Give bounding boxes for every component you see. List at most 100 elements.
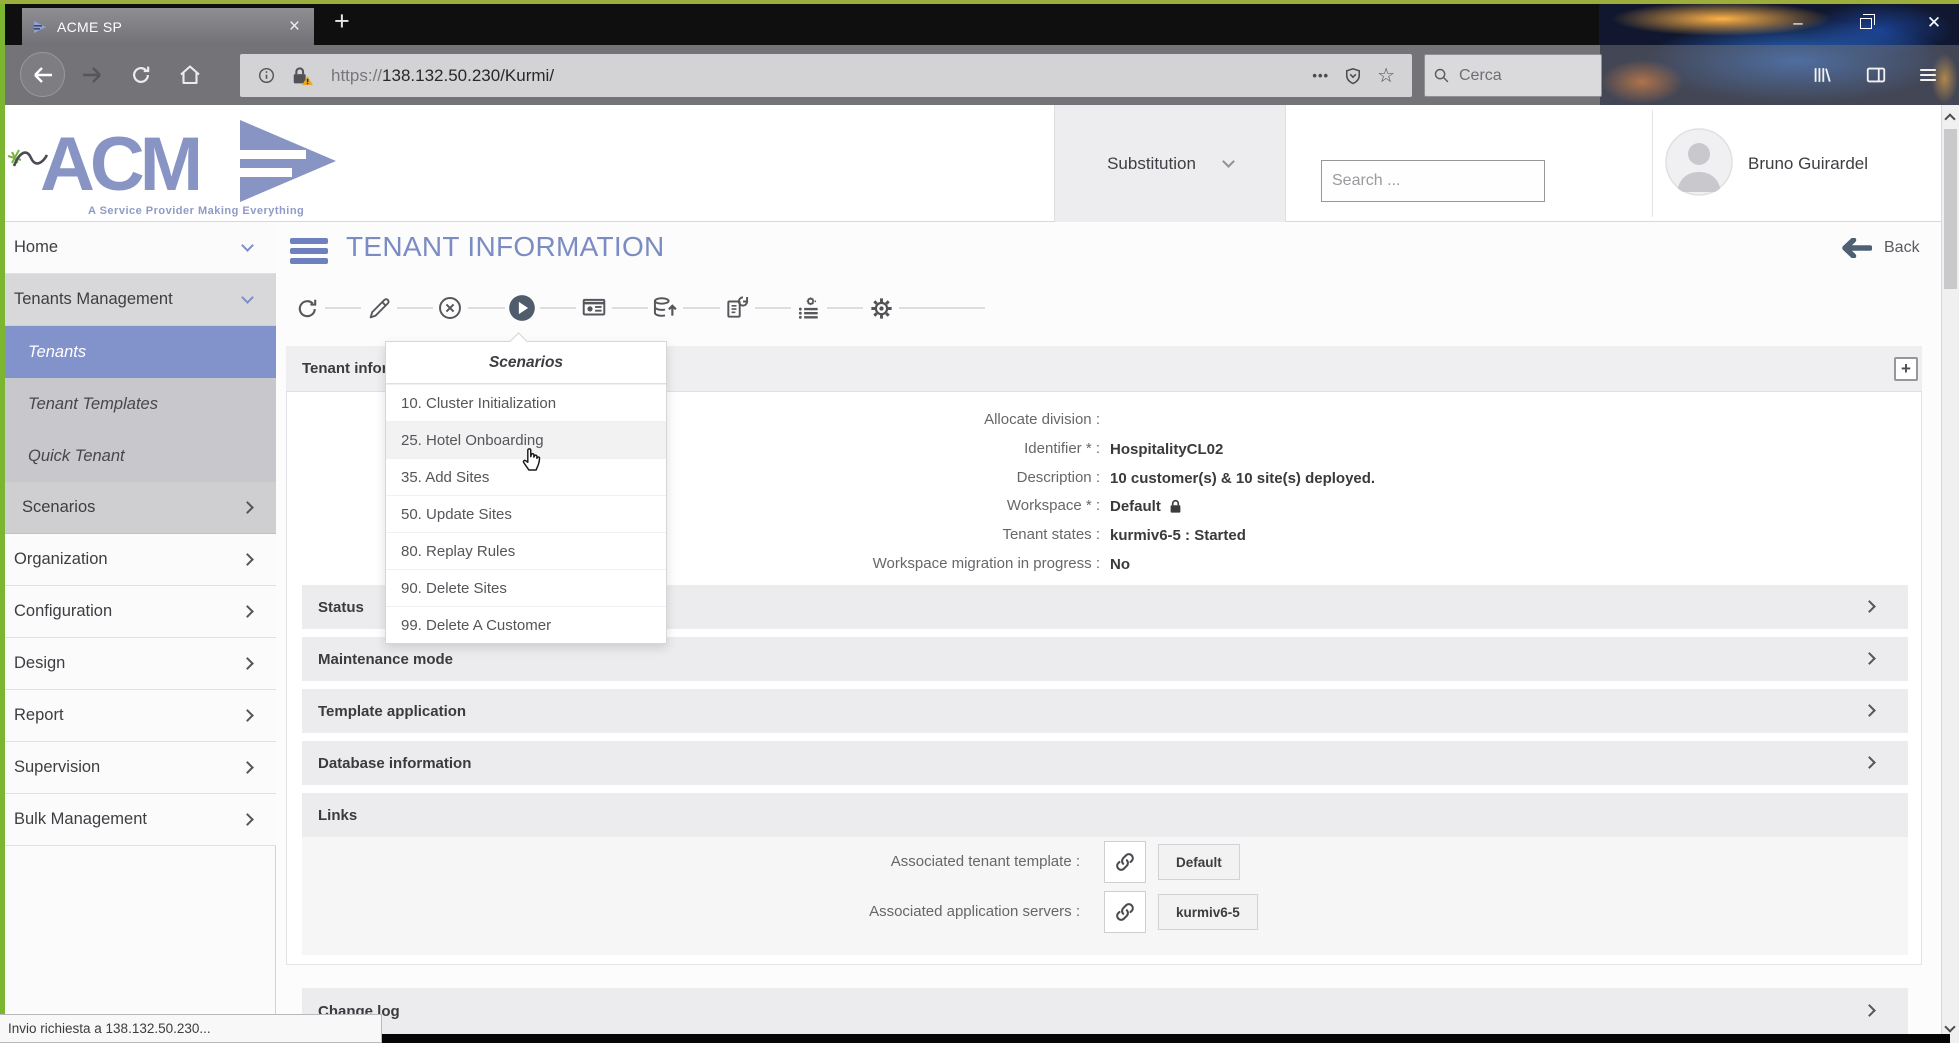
back-button[interactable]: Back [1836, 238, 1920, 258]
tab-favicon-icon [32, 19, 48, 35]
dashboard-button[interactable] [578, 292, 610, 324]
refresh-button[interactable] [291, 292, 323, 324]
user-name: Bruno Guirardel [1748, 105, 1868, 222]
insecure-lock-icon[interactable] [290, 65, 314, 87]
sidebar-item-label: Tenant Templates [28, 395, 158, 414]
section-title: Status [318, 599, 364, 616]
screen-top-edge [0, 0, 1959, 4]
run-scenario-button[interactable] [506, 292, 538, 324]
page-title-menu-icon[interactable] [290, 238, 330, 268]
batch-config-button[interactable] [793, 292, 825, 324]
gear-icon [868, 295, 895, 322]
back-arrow-icon [32, 66, 54, 84]
sidebar-item-configuration[interactable]: Configuration [0, 586, 276, 638]
header-divider [1652, 110, 1653, 217]
chain-link-icon [1113, 900, 1137, 924]
document-refresh-icon [724, 295, 750, 321]
pocket-shield-icon[interactable] [1343, 66, 1363, 86]
chevron-right-icon [241, 501, 254, 514]
scroll-up-icon[interactable] [1944, 113, 1955, 124]
restore-icon [1860, 18, 1872, 29]
screen-left-edge [0, 4, 5, 1043]
browser-reload-button[interactable] [128, 62, 154, 88]
sidebar-item-label: Scenarios [22, 498, 95, 517]
substitution-dropdown[interactable]: Substitution [1054, 105, 1286, 222]
browser-search-input[interactable] [1457, 66, 1577, 86]
browser-home-button[interactable] [176, 61, 204, 89]
sidebar-panel-icon [1865, 64, 1887, 86]
browser-forward-button[interactable] [78, 64, 106, 86]
chevron-right-icon [1863, 600, 1876, 613]
sidebar-item-organization[interactable]: Organization [0, 534, 276, 586]
menu-item-replay-rules[interactable]: 80. Replay Rules [386, 532, 666, 569]
settings-button[interactable] [865, 292, 897, 324]
site-info-icon[interactable] [257, 66, 276, 85]
page-scrollbar[interactable] [1941, 105, 1959, 1043]
sidebar-item-design[interactable]: Design [0, 638, 276, 690]
sidebar-item-label: Configuration [14, 602, 112, 621]
url-scheme: https:// [331, 66, 382, 85]
url-bar[interactable]: https://138.132.50.230/Kurmi/ ••• ☆ [240, 54, 1412, 97]
database-upload-button[interactable] [649, 292, 681, 324]
browser-status-tooltip: Invio richiesta a 138.132.50.230... [0, 1014, 382, 1043]
menu-item-delete-sites[interactable]: 90. Delete Sites [386, 569, 666, 606]
sidebar-item-tenant-templates[interactable]: Tenant Templates [0, 378, 276, 430]
tenant-template-chip[interactable]: Default [1158, 844, 1240, 880]
chevron-right-icon [1863, 704, 1876, 717]
menu-item-update-sites[interactable]: 50. Update Sites [386, 495, 666, 532]
sidebar-item-quick-tenant[interactable]: Quick Tenant [0, 430, 276, 482]
sidebar-item-scenarios[interactable]: Scenarios [0, 482, 276, 534]
delete-button[interactable] [434, 292, 466, 324]
window-minimize-button[interactable]: – [1775, 8, 1821, 38]
library-button[interactable] [1808, 61, 1836, 89]
sidebar-item-supervision[interactable]: Supervision [0, 742, 276, 794]
browser-tab[interactable]: ACME SP × [22, 8, 314, 45]
lock-icon [1169, 499, 1182, 514]
scrollbar-thumb[interactable] [1944, 129, 1957, 289]
chevron-right-icon [241, 553, 254, 566]
scroll-down-icon[interactable] [1944, 1021, 1955, 1032]
app-search-box[interactable] [1321, 160, 1545, 202]
sidebar-item-label: Report [14, 706, 64, 725]
menu-button[interactable] [1914, 61, 1942, 89]
link-application-servers-button[interactable] [1104, 891, 1146, 933]
section-change-log[interactable]: Change log [302, 988, 1908, 1034]
section-links[interactable]: Links [302, 793, 1908, 837]
sidebar-item-report[interactable]: Report [0, 690, 276, 742]
link-tenant-template-button[interactable] [1104, 841, 1146, 883]
sidebar-item-bulk-management[interactable]: Bulk Management [0, 794, 276, 846]
sidebar-item-label: Tenants Management [14, 290, 173, 309]
sidebar-item-tenants[interactable]: Tenants [0, 326, 276, 378]
browser-back-button[interactable] [20, 52, 65, 97]
window-restore-button[interactable] [1843, 8, 1889, 38]
field-value-workspace: Default [1110, 495, 1182, 517]
url-text: https://138.132.50.230/Kurmi/ [331, 66, 1305, 86]
avatar[interactable] [1665, 128, 1733, 196]
app-search-input[interactable] [1330, 171, 1520, 191]
url-path: 138.132.50.230/Kurmi/ [382, 66, 554, 85]
add-button[interactable]: + [1894, 357, 1918, 381]
bookmark-star-icon[interactable]: ☆ [1377, 63, 1395, 88]
menu-item-delete-a-customer[interactable]: 99. Delete A Customer [386, 606, 666, 643]
chevron-right-icon [1863, 652, 1876, 665]
tab-close-icon[interactable]: × [285, 16, 304, 38]
sidebar-item-tenants-management[interactable]: Tenants Management [0, 274, 276, 326]
new-tab-button[interactable]: + [334, 6, 350, 37]
browser-search-box[interactable] [1424, 54, 1602, 97]
menu-item-cluster-initialization[interactable]: 10. Cluster Initialization [386, 384, 666, 421]
chevron-right-icon [1863, 756, 1876, 769]
mouse-cursor-icon [520, 444, 545, 477]
section-template-application[interactable]: Template application [302, 689, 1908, 733]
sidebar-item-home[interactable]: Home [0, 222, 276, 274]
window-close-button[interactable]: ✕ [1911, 8, 1957, 38]
sidebar-toggle-button[interactable] [1862, 61, 1890, 89]
chevron-right-icon [241, 657, 254, 670]
refresh-icon [295, 296, 320, 321]
sidebar-item-label: Bulk Management [14, 810, 147, 829]
page-actions-icon[interactable]: ••• [1312, 68, 1329, 83]
section-database-information[interactable]: Database information [302, 741, 1908, 785]
edit-button[interactable] [363, 292, 395, 324]
replay-document-button[interactable] [721, 292, 753, 324]
application-server-chip[interactable]: kurmiv6-5 [1158, 894, 1258, 930]
section-title: Template application [318, 703, 466, 720]
